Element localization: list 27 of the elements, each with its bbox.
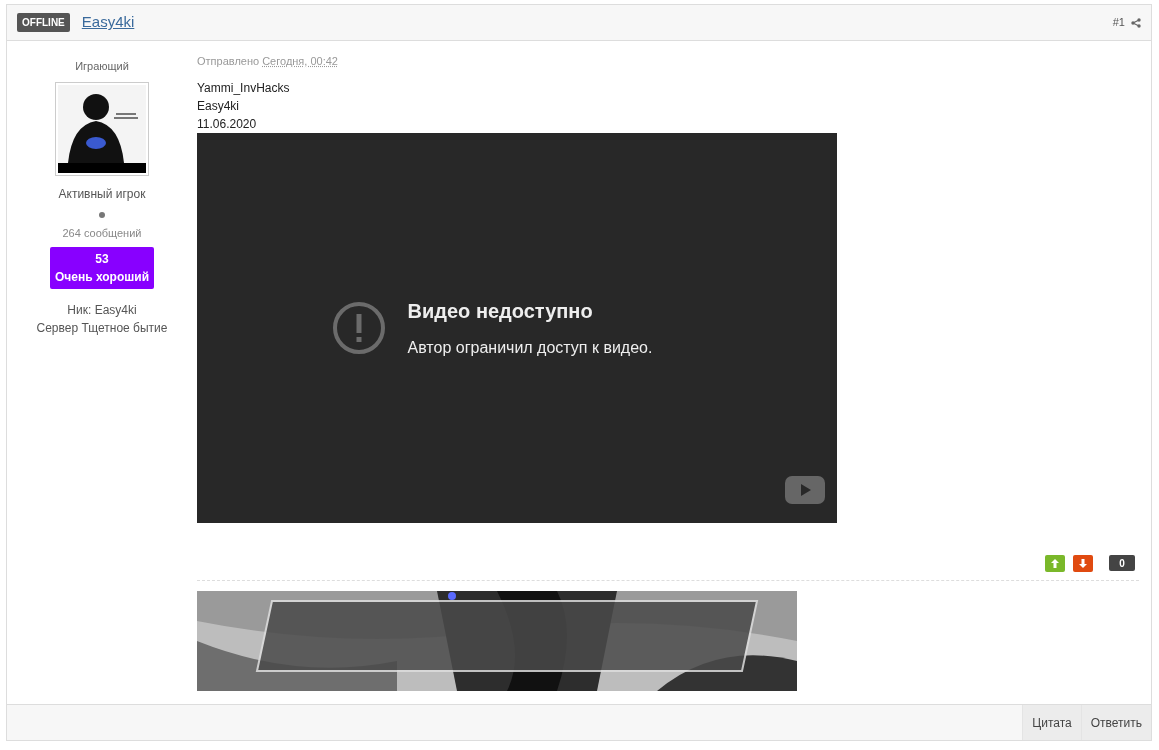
share-icon[interactable] — [1131, 17, 1141, 28]
play-icon[interactable] — [785, 475, 825, 504]
quote-button[interactable]: Цитата — [1022, 705, 1081, 740]
author-link[interactable]: Easy4ki — [81, 11, 135, 34]
status-badge: OFFLINE — [17, 13, 70, 32]
user-title: Играющий — [75, 59, 129, 74]
profile-field: Сервер Тщетное бытие — [36, 319, 168, 337]
post-text-line: Yammi_InvHacks — [197, 79, 291, 97]
post-text-line: 11.06.2020 — [197, 115, 258, 133]
post-date: Отправлено Сегодня, 00:42 — [197, 54, 339, 69]
video-error-message: Автор ограничил доступ к видео. — [407, 337, 653, 358]
profile-field: Ник: Easy4ki — [36, 301, 168, 319]
down-arrow-icon — [1079, 558, 1087, 568]
post-count: 264 сообщений — [62, 225, 142, 241]
upvote-button[interactable] — [1045, 554, 1065, 572]
post-text-line: Easy4ki — [197, 97, 241, 115]
downvote-button[interactable] — [1073, 554, 1093, 572]
reply-button[interactable]: Ответить — [1080, 705, 1151, 740]
up-arrow-icon — [1051, 558, 1059, 568]
video-player[interactable]: Видео недоступно Автор ограничил доступ к видео. — [197, 132, 837, 523]
vote-score: 0 — [1109, 555, 1135, 571]
user-rank: Активный игрок — [58, 185, 146, 203]
reputation-badge: 53 Очень хороший — [50, 247, 154, 289]
video-error-title: Видео недоступно — [407, 298, 594, 324]
status-dot — [99, 211, 105, 218]
post-number[interactable]: #1 — [1112, 14, 1125, 31]
alert-icon — [331, 300, 386, 355]
